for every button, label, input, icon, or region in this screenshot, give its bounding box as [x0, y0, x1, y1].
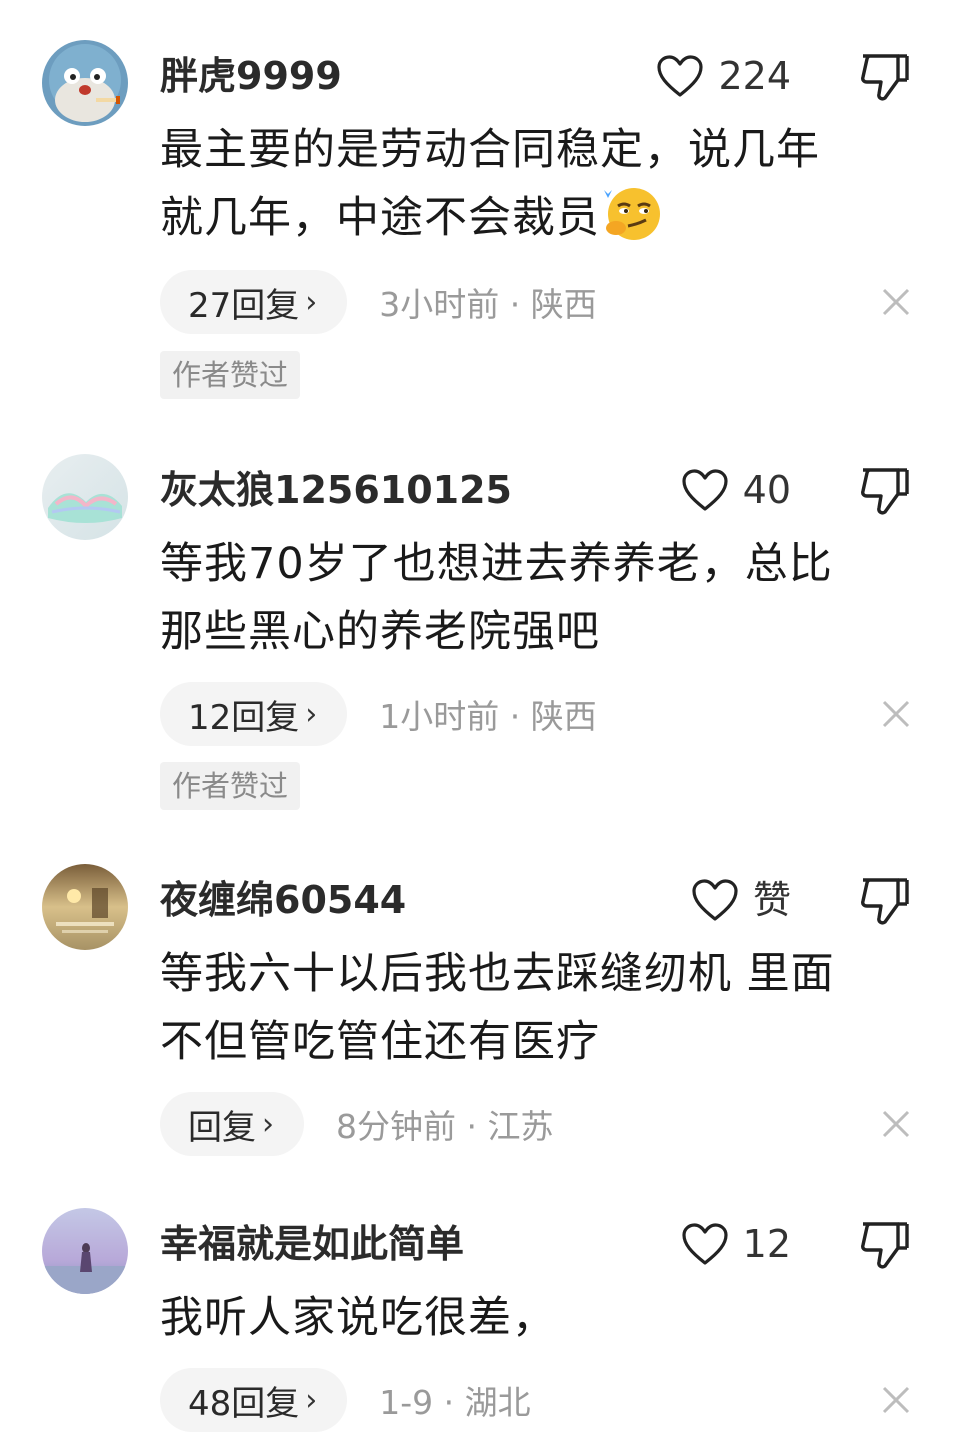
- comment-meta-row: 48回复 › 1-9 · 湖北: [160, 1368, 531, 1432]
- like-count: 224: [718, 54, 791, 98]
- like-button[interactable]: 40: [681, 460, 791, 520]
- avatar[interactable]: [42, 40, 128, 126]
- timestamp-location: 8分钟前 · 江苏: [336, 1107, 554, 1146]
- comment-text: 等我六十以后我也去踩缝纫机 里面 不但管吃管住还有医疗: [160, 940, 900, 1076]
- comment-text-line: 最主要的是劳动合同稳定，说几年: [160, 125, 820, 175]
- comment-text: 等我70岁了也想进去养养老，总比 那些黑心的养老院强吧: [160, 530, 900, 666]
- close-icon[interactable]: [878, 1382, 914, 1418]
- reply-button[interactable]: 27回复 ›: [160, 270, 348, 334]
- chevron-right-icon: ›: [262, 1106, 274, 1142]
- heart-outline-icon: [682, 1223, 728, 1265]
- username[interactable]: 胖虎9999: [160, 46, 342, 106]
- chevron-right-icon: ›: [305, 696, 318, 732]
- heart-outline-icon: [692, 879, 738, 921]
- like-count: 12: [742, 1222, 791, 1266]
- username[interactable]: 灰太狼125610125: [160, 460, 512, 520]
- thumbs-down-icon: [861, 468, 909, 515]
- smirk-emoji-icon: [600, 184, 662, 242]
- dislike-button[interactable]: [858, 1218, 912, 1272]
- thumbs-down-icon: [861, 54, 909, 101]
- comment-text-line: 等我70岁了也想进去养养老，总比: [160, 539, 833, 589]
- reply-button[interactable]: 48回复 ›: [160, 1368, 348, 1432]
- reply-button[interactable]: 回复 ›: [160, 1092, 304, 1156]
- like-button[interactable]: 12: [681, 1214, 791, 1274]
- comment-meta-row: 回复 › 8分钟前 · 江苏: [160, 1092, 553, 1156]
- heart-outline-icon: [682, 469, 728, 511]
- chevron-right-icon: ›: [305, 284, 318, 320]
- reply-button[interactable]: 12回复 ›: [160, 682, 348, 746]
- avatar[interactable]: [42, 454, 128, 540]
- avatar[interactable]: [42, 864, 128, 950]
- comment-text: 最主要的是劳动合同稳定，说几年 就几年，中途不会裁员: [160, 116, 900, 252]
- heart-outline-icon: [657, 55, 704, 97]
- close-icon[interactable]: [878, 696, 914, 732]
- dislike-button[interactable]: [858, 464, 912, 518]
- comment-text-line: 等我六十以后我也去踩缝纫机 里面: [160, 949, 835, 999]
- comment-text-line: 我听人家说吃很差，: [160, 1293, 556, 1343]
- close-icon[interactable]: [878, 1106, 914, 1142]
- avatar[interactable]: [42, 1208, 128, 1294]
- comment-meta-row: 27回复 › 3小时前 · 陕西: [160, 270, 597, 334]
- dislike-button[interactable]: [858, 874, 912, 928]
- timestamp-location: 1-9 · 湖北: [379, 1383, 531, 1422]
- close-icon[interactable]: [878, 284, 914, 320]
- author-liked-tag: 作者赞过: [160, 762, 301, 810]
- dislike-button[interactable]: [858, 50, 912, 104]
- comment-meta-row: 12回复 › 1小时前 · 陕西: [160, 682, 597, 746]
- like-count: 40: [742, 468, 791, 512]
- username[interactable]: 幸福就是如此简单: [160, 1214, 464, 1274]
- comment-text-line: 那些黑心的养老院强吧: [160, 607, 600, 657]
- comment-text-line: 就几年，中途不会裁员: [160, 184, 900, 252]
- username[interactable]: 夜缠绵60544: [160, 870, 406, 930]
- thumbs-down-icon: [861, 1222, 909, 1269]
- comment-text: 我听人家说吃很差，: [160, 1284, 900, 1352]
- timestamp-location: 3小时前 · 陕西: [379, 285, 597, 324]
- timestamp-location: 1小时前 · 陕西: [379, 697, 597, 736]
- author-liked-tag: 作者赞过: [160, 351, 301, 399]
- chevron-right-icon: ›: [305, 1382, 318, 1418]
- like-button[interactable]: 赞: [691, 870, 791, 930]
- thumbs-down-icon: [861, 878, 909, 925]
- like-button[interactable]: 224: [656, 46, 791, 106]
- comment-text-line: 不但管吃管住还有医疗: [160, 1017, 600, 1067]
- like-label: 赞: [752, 878, 791, 922]
